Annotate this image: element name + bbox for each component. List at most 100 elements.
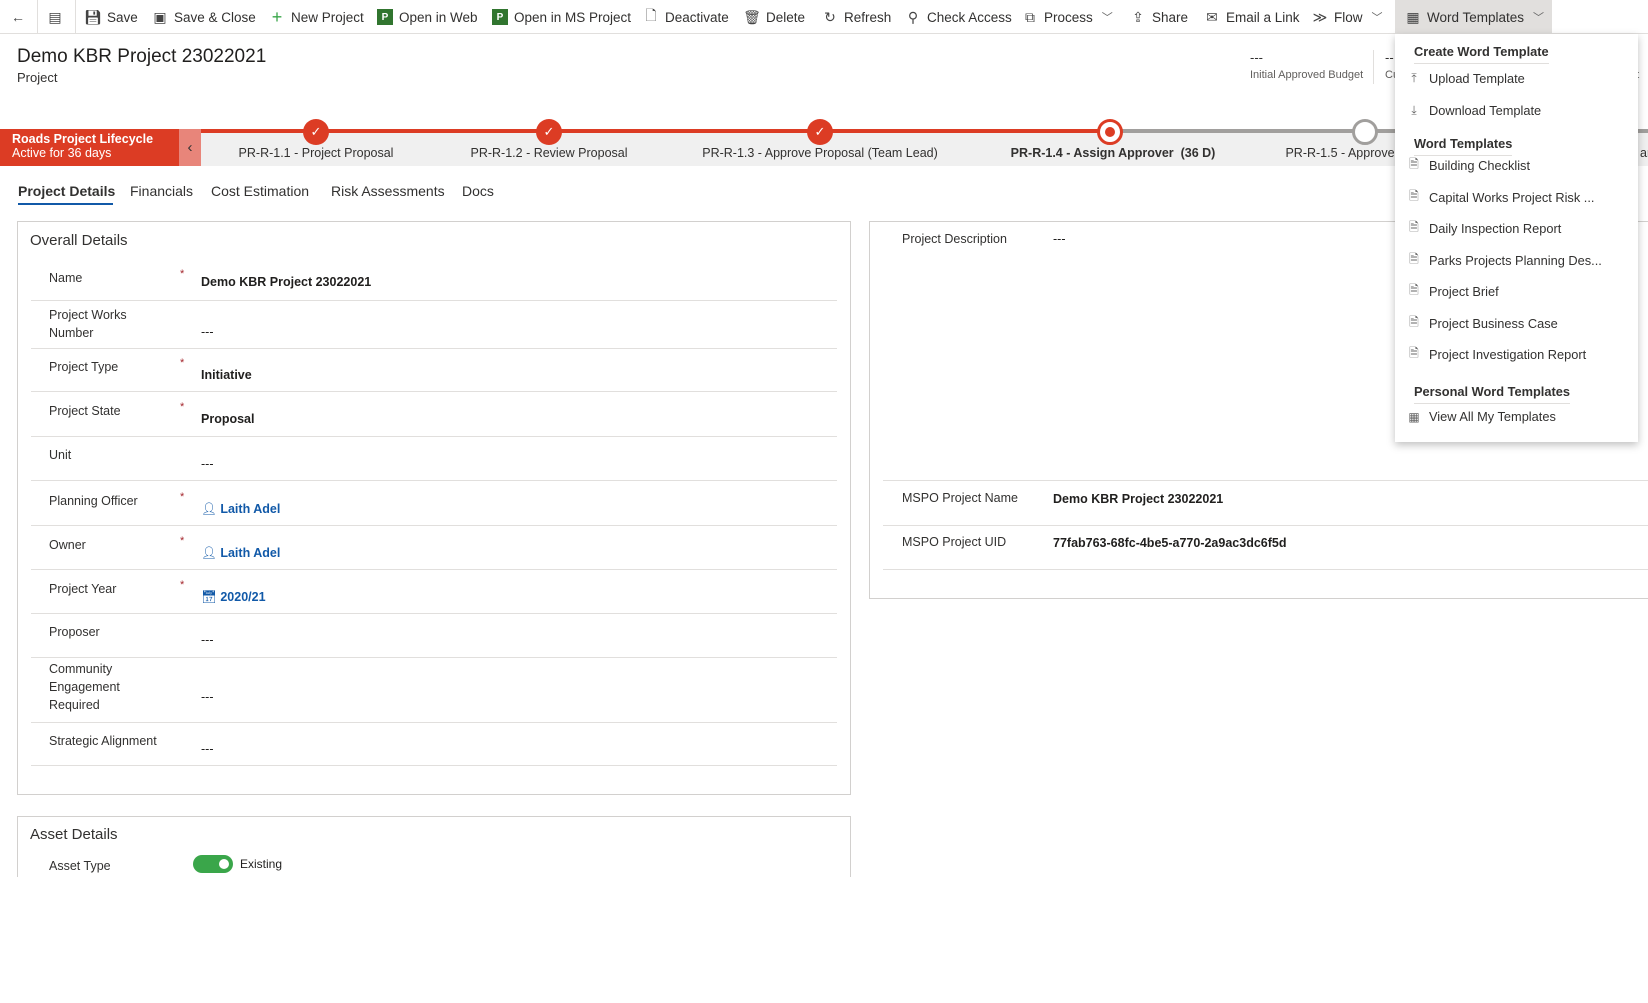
grid-icon: ▦ xyxy=(1408,409,1420,424)
process-name-flyout[interactable]: Roads Project Lifecycle Active for 36 day… xyxy=(0,129,179,166)
form-selector-button[interactable]: ▤ xyxy=(47,0,69,34)
mspo-project-uid-value[interactable]: 77fab763-68fc-4be5-a770-2a9ac3dc6f5d xyxy=(1053,536,1286,550)
refresh-button[interactable]: ↻ Refresh xyxy=(822,0,891,34)
stage-label[interactable]: PR-R-1.1 - Project Proposal xyxy=(239,146,394,160)
form-icon: ▤ xyxy=(48,8,62,25)
field-value[interactable]: 📅︎ 2020/21 xyxy=(201,590,266,605)
email-icon: ✉ xyxy=(1206,8,1218,25)
field-value[interactable]: --- xyxy=(201,690,214,704)
word-template-item[interactable]: 🗎︎ Daily Inspection Report xyxy=(1407,218,1561,239)
upload-template-item[interactable]: ⤒ Upload Template xyxy=(1407,71,1524,86)
label: Parks Projects Planning Des... xyxy=(1429,252,1602,268)
stage-complete-icon[interactable]: ✓ xyxy=(536,119,562,145)
field-value[interactable]: 👤︎ Laith Adel xyxy=(201,546,280,561)
record-title: Demo KBR Project 23022021 xyxy=(17,46,267,67)
tab-risk-assessments[interactable]: Risk Assessments xyxy=(331,183,445,199)
label: Flow xyxy=(1334,9,1363,25)
save-close-button[interactable]: ▣ Save & Close xyxy=(152,0,256,34)
value-text: Laith Adel xyxy=(220,502,281,516)
field-value[interactable]: 👤︎ Laith Adel xyxy=(201,502,280,517)
stage-complete-icon[interactable]: ✓ xyxy=(807,119,833,145)
process-button[interactable]: ⧉ Process ﹀ xyxy=(1022,0,1113,34)
word-document-icon: 🗎︎ xyxy=(1409,157,1419,171)
word-template-item[interactable]: 🗎︎ Project Brief xyxy=(1407,281,1499,302)
tab-cost-estimation[interactable]: Cost Estimation xyxy=(211,183,309,199)
divider xyxy=(31,391,837,392)
download-template-item[interactable]: ⤓ Download Template xyxy=(1407,103,1541,118)
check-access-button[interactable]: ⚲ Check Access xyxy=(905,0,1012,34)
chevron-down-icon: ﹀ xyxy=(1101,12,1113,24)
stage-label[interactable]: PR-R-1.3 - Approve Proposal (Team Lead) xyxy=(702,146,938,160)
field-value[interactable]: --- xyxy=(201,457,214,471)
back-arrow-icon: ← xyxy=(11,9,25,25)
word-templates-button[interactable]: ▦ Word Templates ﹀ xyxy=(1395,0,1552,34)
word-template-item[interactable]: 🗎︎ Project Business Case xyxy=(1407,313,1558,334)
save-icon: 💾︎ xyxy=(84,8,102,25)
tab-financials[interactable]: Financials xyxy=(130,183,193,199)
delete-button[interactable]: 🗑︎ Delete xyxy=(743,0,806,34)
word-template-item[interactable]: 🗎︎ Capital Works Project Risk ... xyxy=(1407,187,1594,208)
divider xyxy=(1373,50,1374,84)
field-value[interactable]: --- xyxy=(201,633,214,647)
word-template-item[interactable]: 🗎︎ Building Checklist xyxy=(1407,155,1530,176)
back-button[interactable]: ← xyxy=(10,0,32,34)
field-value[interactable]: --- xyxy=(201,742,214,756)
email-link-button[interactable]: ✉ Email a Link xyxy=(1204,0,1299,34)
label: Delete xyxy=(766,9,806,25)
divider xyxy=(75,0,76,34)
label: Save & Close xyxy=(174,9,256,25)
collapse-button[interactable]: ‹ xyxy=(179,129,201,166)
label: New Project xyxy=(291,9,364,25)
section-title: Asset Details xyxy=(30,826,118,843)
stage-label-active[interactable]: PR-R-1.4 - Assign Approver (36 D) xyxy=(1011,146,1216,160)
divider xyxy=(31,657,837,658)
stage-complete-icon[interactable]: ✓ xyxy=(303,119,329,145)
field-value[interactable]: Demo KBR Project 23022021 xyxy=(201,275,371,289)
required-indicator: * xyxy=(180,579,185,591)
field-label: Planning Officer xyxy=(49,494,138,508)
menu-header-templates: Word Templates xyxy=(1414,136,1513,156)
deactivate-button[interactable]: 🗋︎ Deactivate xyxy=(643,0,729,34)
entity-name: Project xyxy=(17,70,58,85)
value-text: --- xyxy=(201,325,214,339)
field-label: Community Engagement Required xyxy=(49,662,120,712)
field-value[interactable]: Initiative xyxy=(201,368,252,382)
kpi-value: --- xyxy=(1250,50,1263,65)
deactivate-icon: 🗋︎ xyxy=(645,7,657,23)
stage-pending-icon[interactable] xyxy=(1352,119,1378,145)
field-label: Project Works Number xyxy=(49,308,127,340)
divider xyxy=(31,569,837,570)
field-label: Unit xyxy=(49,448,72,462)
new-project-button[interactable]: + New Project xyxy=(269,0,364,34)
process-icon: ⧉ xyxy=(1025,8,1035,25)
view-all-templates-item[interactable]: ▦ View All My Templates xyxy=(1407,409,1556,424)
stage-active-icon[interactable] xyxy=(1097,119,1123,145)
stage-label[interactable]: PR-R-1.2 - Review Proposal xyxy=(471,146,628,160)
open-in-web-button[interactable]: P Open in Web xyxy=(377,0,478,34)
mspo-project-name-value[interactable]: Demo KBR Project 23022021 xyxy=(1053,492,1223,506)
value-text: 2020/21 xyxy=(220,590,266,604)
tab-docs[interactable]: Docs xyxy=(462,183,494,199)
word-template-item[interactable]: 🗎︎ Parks Projects Planning Des... xyxy=(1407,250,1602,271)
save-button[interactable]: 💾︎ Save xyxy=(84,0,138,34)
open-in-ms-project-button[interactable]: P Open in MS Project xyxy=(492,0,631,34)
divider xyxy=(31,436,837,437)
flow-button[interactable]: ≫ Flow ﹀ xyxy=(1312,0,1383,34)
share-button[interactable]: ⇪ Share xyxy=(1130,0,1188,34)
progress-line-complete xyxy=(201,129,1110,133)
field-value[interactable]: --- xyxy=(201,325,214,339)
label: Deactivate xyxy=(665,9,729,25)
active-tab-indicator xyxy=(18,203,113,205)
divider xyxy=(883,569,1648,570)
stage-label[interactable]: PR-R-1.5 - Approve xyxy=(1285,146,1394,160)
value-text: --- xyxy=(201,457,214,471)
asset-type-toggle[interactable] xyxy=(193,855,233,873)
field-value[interactable]: Proposal xyxy=(201,412,255,426)
word-template-item[interactable]: 🗎︎ Project Investigation Report xyxy=(1407,344,1586,365)
plus-icon: + xyxy=(271,6,283,27)
divider xyxy=(883,480,1648,481)
divider xyxy=(31,613,837,614)
label: Word Templates xyxy=(1427,9,1525,25)
description-value[interactable]: --- xyxy=(1053,232,1066,246)
tab-project-details[interactable]: Project Details xyxy=(18,183,115,199)
